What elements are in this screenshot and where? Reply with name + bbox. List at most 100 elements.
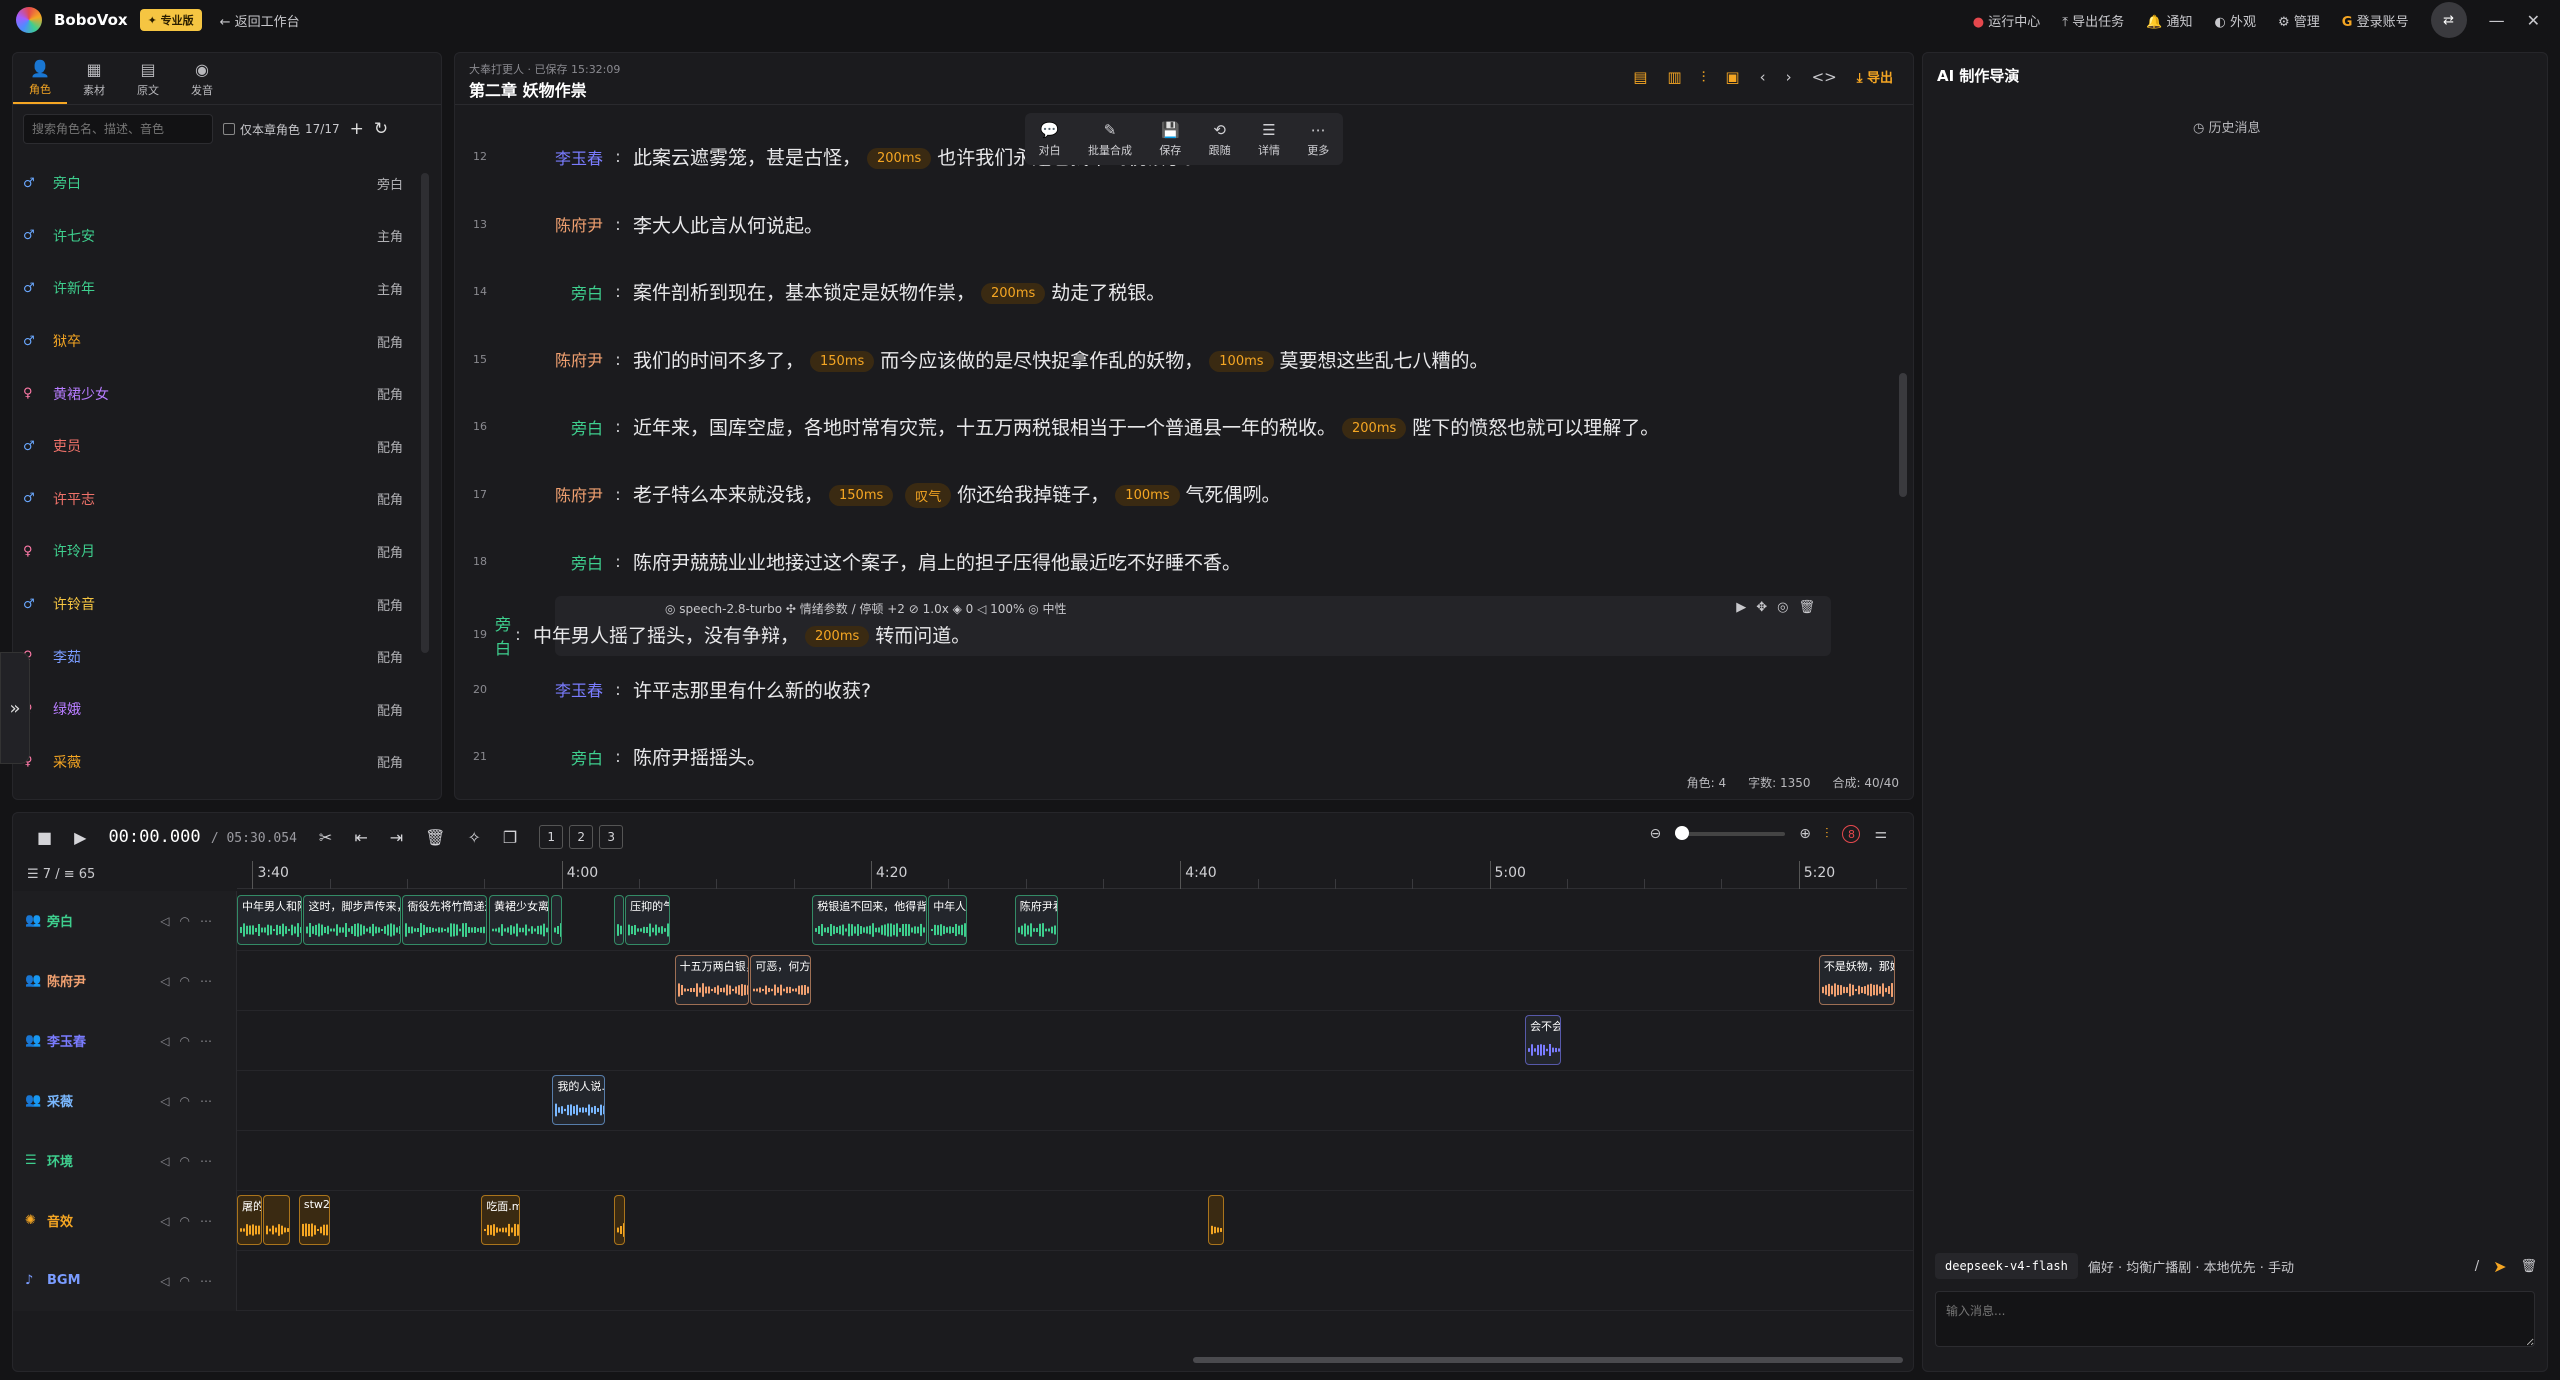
line-text[interactable]: 中年男人摇了摇头，没有争辩， 200ms 转而问道。 xyxy=(533,621,970,648)
audio-clip[interactable]: 我的人说... xyxy=(552,1075,605,1125)
message-input[interactable] xyxy=(1935,1291,2535,1347)
track-header[interactable]: 👥 李玉春 ◁◠⋯ xyxy=(13,1010,237,1071)
more-icon[interactable]: ⋯ xyxy=(200,914,222,928)
list-view-icon[interactable]: ▤ xyxy=(1633,68,1647,86)
preferences[interactable]: 偏好 · 均衡广播剧 · 本地优先 · 手动 xyxy=(2088,1257,2294,1276)
copy-icon[interactable]: ❐ xyxy=(503,828,517,847)
sync-icon[interactable]: ⇄ xyxy=(2430,2,2467,38)
role-search-input[interactable] xyxy=(23,114,213,144)
toolbar-follow-button[interactable]: ⟲ 跟随 xyxy=(1209,121,1231,158)
audio-clip[interactable]: stw2... xyxy=(298,1195,330,1245)
role-row[interactable]: ♂ 许新年 主角 xyxy=(23,262,423,315)
line-speaker[interactable]: 旁白 xyxy=(495,550,603,574)
audio-clip[interactable]: 不是妖物，那妖风怎... xyxy=(1818,955,1895,1005)
play-icon[interactable]: ▶ xyxy=(1736,600,1746,615)
waveform-icon[interactable]: ⫶ xyxy=(1702,68,1706,86)
play-icon[interactable]: ▶ xyxy=(74,828,86,847)
role-row[interactable]: ♀ 黄裙少女 配角 xyxy=(23,367,423,420)
headphones-icon[interactable]: ◠ xyxy=(180,1274,200,1288)
pause-tag[interactable]: 200ms xyxy=(867,148,932,170)
stop-icon[interactable]: ■ xyxy=(37,828,52,847)
more-icon[interactable]: ⋯ xyxy=(200,1214,222,1228)
volume-icon[interactable]: ◁ xyxy=(160,1094,179,1108)
role-list-scrollbar[interactable] xyxy=(421,173,429,653)
toolbar-detail-button[interactable]: ☰ 详情 xyxy=(1258,121,1280,158)
track-header[interactable]: 👥 采薇 ◁◠⋯ xyxy=(13,1070,237,1131)
toolbar-save-button[interactable]: 💾 保存 xyxy=(1159,121,1181,158)
audio-clip[interactable]: 中年人... xyxy=(928,895,967,945)
role-row[interactable]: ♀ 许玲月 配角 xyxy=(23,525,423,578)
headphones-icon[interactable]: ◠ xyxy=(180,1154,200,1168)
audio-clip[interactable]: 吃面.mp3 xyxy=(481,1195,520,1245)
only-chapter-checkbox[interactable]: 仅本章角色 17/17 xyxy=(223,121,340,138)
role-row[interactable]: ♂ 旁白 旁白 xyxy=(23,157,423,210)
headphones-icon[interactable]: ◠ xyxy=(180,1094,200,1108)
pause-tag[interactable]: 150ms xyxy=(829,485,894,507)
line-speaker[interactable]: 陈府尹 xyxy=(495,212,603,236)
line-speaker[interactable]: 李玉春 xyxy=(495,677,603,701)
refresh-icon[interactable]: ↻ xyxy=(374,119,388,139)
tab-0[interactable]: 👤 角色 xyxy=(13,53,67,104)
top-item-5[interactable]: G 登录账号 xyxy=(2342,11,2409,30)
audio-clip[interactable] xyxy=(550,895,562,945)
top-item-4[interactable]: ⚙ 管理 xyxy=(2278,11,2320,30)
pause-tag[interactable]: 叹气 xyxy=(905,483,952,509)
audio-clip[interactable]: 会不会... xyxy=(1525,1015,1561,1065)
line-speaker[interactable]: 旁白 xyxy=(495,415,603,439)
script-line[interactable]: 20 李玉春: 许平志那里有什么新的收获? xyxy=(455,656,1895,724)
line-speaker[interactable]: 陈府尹 xyxy=(495,347,603,371)
more-icon[interactable]: ⋯ xyxy=(200,1094,222,1108)
script-line[interactable]: 18 旁白: 陈府尹兢兢业业地接过这个案子，肩上的担子压得他最近吃不好睡不香。 xyxy=(455,528,1895,596)
audio-clip[interactable]: 压抑的气氛... xyxy=(625,895,670,945)
slash-icon[interactable]: / xyxy=(2475,1259,2479,1274)
pause-tag[interactable]: 200ms xyxy=(805,626,870,647)
audio-clip[interactable] xyxy=(614,1195,626,1245)
next-chapter-icon[interactable]: › xyxy=(1786,68,1792,86)
script-line[interactable]: 15 陈府尹: 我们的时间不多了， 150ms 而今应该做的是尽快捉拿作乱的妖物， 100… xyxy=(455,326,1895,394)
history-link[interactable]: ◷ 历史消息 xyxy=(2193,117,2260,136)
audio-clip[interactable]: 中年男人和陈府尹... xyxy=(237,895,302,945)
script-line[interactable]: 14 旁白: 案件剖析到现在，基本锁定是妖物作祟， 200ms 劫走了税银。 xyxy=(455,258,1895,326)
script-line[interactable]: 19 旁白: 中年男人摇了摇头，没有争辩， 200ms 转而问道。 ◎ speech-2.… xyxy=(473,595,1831,658)
script-line[interactable]: 13 陈府尹: 李大人此言从何说起。 xyxy=(455,191,1895,259)
line-text[interactable]: 我们的时间不多了， 150ms 而今应该做的是尽快捉拿作乱的妖物， 100ms 莫要想这… xyxy=(633,346,1489,373)
book-view-icon[interactable]: ▥ xyxy=(1667,68,1681,86)
more-icon[interactable]: ⋯ xyxy=(200,974,222,988)
more-icon[interactable]: ⋯ xyxy=(200,1274,222,1288)
pause-tag[interactable]: 100ms xyxy=(1115,485,1180,507)
volume-icon[interactable]: ◁ xyxy=(160,1154,179,1168)
zoom-slider[interactable] xyxy=(1675,826,1786,840)
pause-tag[interactable]: 100ms xyxy=(1209,350,1274,372)
role-row[interactable]: ♀绿娥配角 xyxy=(23,683,423,736)
editor-scrollbar[interactable] xyxy=(1899,373,1907,497)
track-header[interactable]: 👥 陈府尹 ◁◠⋯ xyxy=(13,950,237,1011)
audio-clip[interactable]: 可恶，何方妖物... xyxy=(750,955,811,1005)
line-text[interactable]: 老子特么本来就没钱， 150ms 叹气 你还给我掉链子， 100ms 气死偶咧。 xyxy=(633,480,1281,509)
line-text[interactable]: 案件剖析到现在，基本锁定是妖物作祟， 200ms 劫走了税银。 xyxy=(633,278,1165,305)
audio-clip[interactable]: 衙役先将竹筒递过去，这... xyxy=(402,895,488,945)
audio-clip[interactable]: 税银追不回来，他得背锅，皇上可... xyxy=(812,895,927,945)
model-selector[interactable]: deepseek-v4-flash xyxy=(1935,1253,2078,1279)
role-row[interactable]: ♂ 许平志 配角 xyxy=(23,473,423,526)
volume-icon[interactable]: ◁ xyxy=(160,1214,179,1228)
image-icon[interactable]: ▣ xyxy=(1725,68,1739,86)
line-text[interactable]: 陈府尹兢兢业业地接过这个案子，肩上的担子压得他最近吃不好睡不香。 xyxy=(633,548,1241,575)
headphones-icon[interactable]: ◠ xyxy=(180,1034,200,1048)
prev-chapter-icon[interactable]: ‹ xyxy=(1760,68,1766,86)
trash-icon[interactable]: 🗑 xyxy=(1798,600,1815,615)
back-to-workspace-link[interactable]: ← 返回工作台 xyxy=(220,11,300,30)
export-button[interactable]: ⤓ 导出 xyxy=(1857,67,1893,86)
adjust-icon[interactable]: ✥ xyxy=(1756,600,1767,615)
synthesis-params[interactable]: ◎ speech-2.8-turbo ✣ 情绪参数 / 停顿 +2 ⊘ 1.0x… xyxy=(665,600,1067,617)
target-icon[interactable]: ◎ xyxy=(1777,600,1788,615)
delete-icon[interactable]: 🗑 xyxy=(425,828,445,847)
settings-sliders-icon[interactable]: ⚌ xyxy=(1874,826,1887,842)
role-row[interactable]: ♂ 许铃音 配角 xyxy=(23,578,423,631)
tab-2[interactable]: ▤ 原文 xyxy=(121,53,175,104)
close-icon[interactable]: ✕ xyxy=(2527,11,2540,30)
track-header[interactable]: 👥 旁白 ◁◠⋯ xyxy=(13,890,237,951)
line-speaker[interactable]: 李玉春 xyxy=(495,145,603,169)
add-role-icon[interactable]: + xyxy=(350,119,364,139)
zoom-knob[interactable] xyxy=(1675,826,1690,840)
pause-tag[interactable]: 200ms xyxy=(981,283,1046,305)
